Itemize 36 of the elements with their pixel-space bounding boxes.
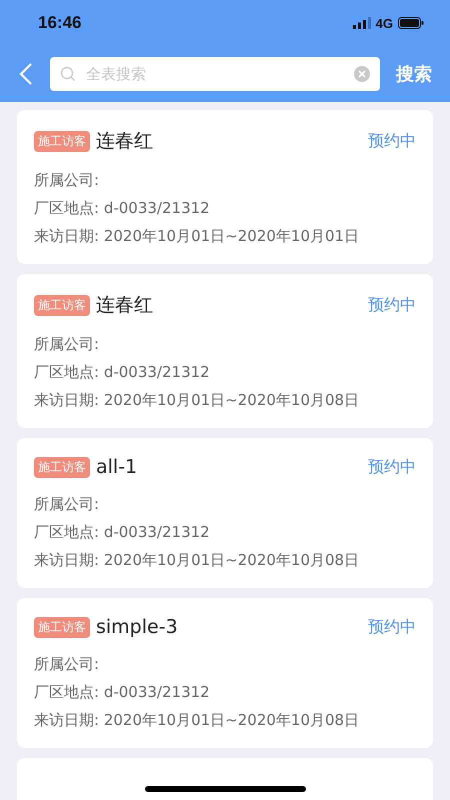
- visit-dates: 来访日期: 2020年10月01日~2020年10月08日: [34, 550, 360, 570]
- visitor-type-tag: 施工访客: [34, 456, 90, 478]
- visitor-card[interactable]: 施工访客 连春红 预约中 所属公司: 厂区地点: d-0033/21312 来访日期: 2020年10月01日~2020年10月01日: [17, 110, 433, 264]
- visitor-type-tag: 施工访客: [34, 616, 90, 638]
- battery-icon: [398, 17, 424, 29]
- location-label: 厂区地点: d-0033/21312: [34, 682, 211, 702]
- company-label: 所属公司:: [34, 334, 100, 354]
- visit-dates: 来访日期: 2020年10月01日~2020年10月08日: [34, 710, 360, 730]
- status-label: 预约中: [368, 130, 416, 152]
- company-label: 所属公司:: [34, 654, 100, 674]
- visitor-type-tag: 施工访客: [34, 294, 90, 316]
- visitor-name: 连春红: [96, 293, 154, 318]
- visitor-type-tag: 施工访客: [34, 130, 90, 152]
- status-label: 预约中: [368, 616, 416, 638]
- visitor-name: simple-3: [96, 616, 179, 638]
- visitor-name: 连春红: [96, 129, 154, 154]
- signal-icon: [352, 17, 371, 29]
- location-label: 厂区地点: d-0033/21312: [34, 198, 211, 218]
- network-label: 4G: [376, 16, 393, 30]
- location-label: 厂区地点: d-0033/21312: [34, 362, 211, 382]
- visit-dates: 来访日期: 2020年10月01日~2020年10月01日: [34, 226, 360, 246]
- search-input[interactable]: 全表搜索: [84, 64, 346, 84]
- company-label: 所属公司:: [34, 170, 100, 190]
- status-label: 预约中: [368, 456, 416, 478]
- location-label: 厂区地点: d-0033/21312: [34, 522, 211, 542]
- status-time: 16:46: [38, 13, 82, 33]
- visitor-card[interactable]: 施工访客 simple-3 预约中 所属公司: 厂区地点: d-0033/21312 来访日期: 2020年10月01日~2020年10月08日: [17, 598, 433, 748]
- clear-icon[interactable]: [354, 66, 370, 82]
- search-icon: [60, 66, 76, 82]
- visitor-card[interactable]: 施工访客 连春红 预约中 所属公司: 厂区地点: d-0033/21312 来访日期: 2020年10月01日~2020年10月08日: [17, 274, 433, 428]
- visitor-card[interactable]: 施工访客 all-1 预约中 所属公司: 厂区地点: d-0033/21312 来访日期: 2020年10月01日~2020年10月08日: [17, 438, 433, 588]
- status-label: 预约中: [368, 294, 416, 316]
- visitor-name: all-1: [96, 456, 138, 478]
- search-bar[interactable]: 全表搜索: [50, 57, 380, 91]
- company-label: 所属公司:: [34, 494, 100, 514]
- visit-dates: 来访日期: 2020年10月01日~2020年10月08日: [34, 390, 360, 410]
